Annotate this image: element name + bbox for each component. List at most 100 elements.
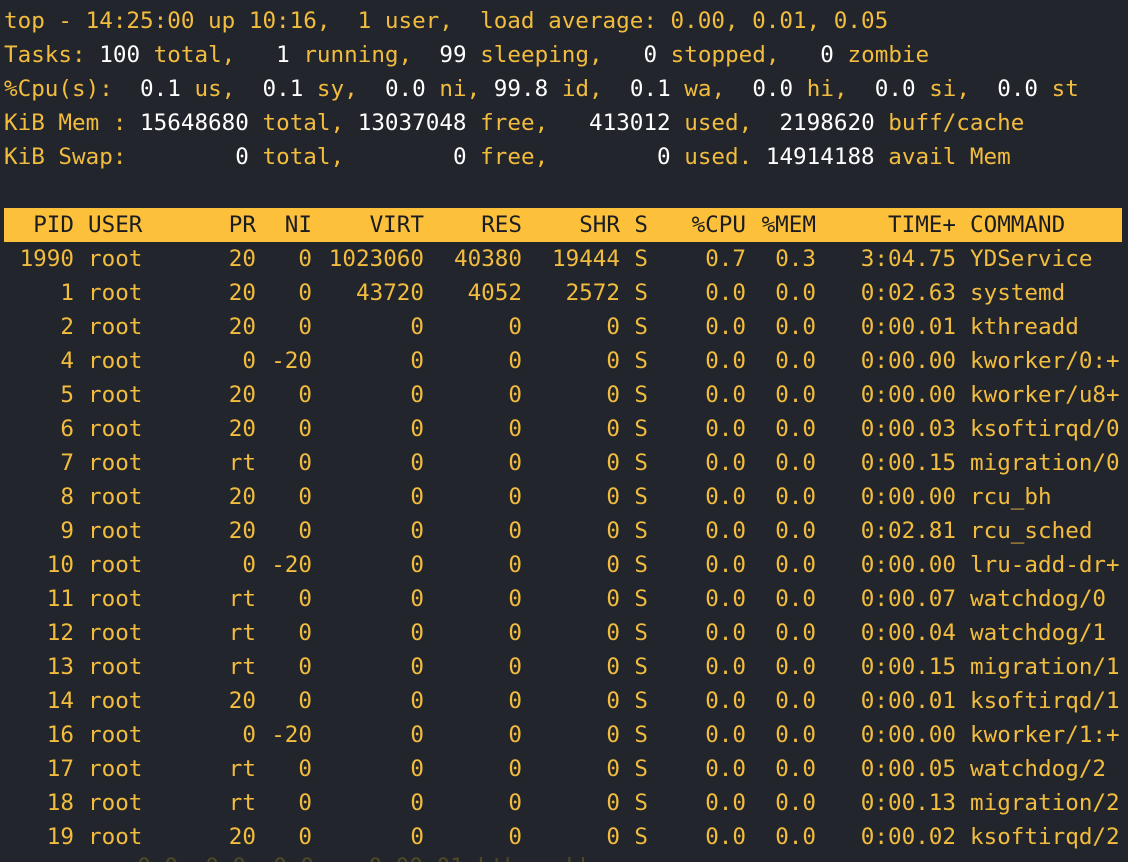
cell-res: 4052 [467, 280, 522, 306]
cell-pid: 4 [60, 348, 74, 374]
cell-cpu: 0.0 [705, 382, 746, 408]
cell-pid: 10 [46, 552, 74, 578]
cell-cpu: 0.0 [705, 416, 746, 442]
cell-pid: 9 [60, 518, 74, 544]
cell-res: 0 [508, 790, 522, 816]
cell-command: watchdog/0 [970, 586, 1107, 612]
cell-mem: 0.0 [775, 484, 816, 510]
table-row[interactable]: 2 root 20 0 0 0 0 S 0.0 0.0 0:00.01 kthreadd [4, 310, 1128, 344]
cell-pid: 6 [60, 416, 74, 442]
table-row[interactable]: 19 root 20 0 0 0 0 S 0.0 0.0 0:00.02 ksoftirqd/2 [4, 820, 1128, 854]
cpu-si: 0.0 [874, 76, 916, 102]
cell-virt: 0 [410, 790, 424, 816]
cell-time: 0:00.00 [860, 348, 956, 374]
table-row[interactable]: 11 root rt 0 0 0 0 S 0.0 0.0 0:00.07 watchdog/0 [4, 582, 1128, 616]
tasks-running: 1 [276, 42, 290, 68]
cpu-st-label: st [1051, 76, 1079, 102]
cell-state: S [634, 416, 648, 442]
process-table-header[interactable]: PID USER PR NI VIRT RES SHR S %CPU %MEM … [4, 208, 1122, 242]
table-row[interactable]: 10 root 0 -20 0 0 0 S 0.0 0.0 0:00.00 lru-add-dr+ [4, 548, 1128, 582]
cell-nice: 0 [298, 450, 312, 476]
cell-state: S [634, 654, 648, 680]
cell-res: 0 [508, 382, 522, 408]
table-row[interactable]: 14 root 20 0 0 0 0 S 0.0 0.0 0:00.01 ksoftirqd/1 [4, 684, 1128, 718]
cell-priority: rt [228, 620, 256, 646]
table-row[interactable]: 1990 root 20 0 1023060 40380 19444 S 0.7 0.3 3:04.… [4, 242, 1128, 276]
table-row[interactable]: 13 root rt 0 0 0 0 S 0.0 0.0 0:00.15 migration/1 [4, 650, 1128, 684]
cell-virt: 1023060 [328, 246, 424, 272]
cell-pid: 13 [46, 654, 74, 680]
cell-priority: 20 [228, 688, 256, 714]
table-row[interactable]: 18 root rt 0 0 0 0 S 0.0 0.0 0:00.13 migration/2 [4, 786, 1128, 820]
table-row[interactable]: 7 root rt 0 0 0 0 S 0.0 0.0 0:00.15 migration/0 [4, 446, 1128, 480]
cell-command: kworker/1:+ [970, 722, 1120, 748]
header-mem[interactable]: %MEM [746, 208, 816, 242]
header-ni[interactable]: NI [256, 208, 312, 242]
cell-mem: 0.0 [775, 348, 816, 374]
cell-user: root [88, 586, 143, 612]
cpu-line: %Cpu(s): 0.1 us, 0.1 sy, 0.0 ni, 99.8 id… [4, 72, 1128, 106]
cell-cpu: 0.0 [705, 348, 746, 374]
cell-nice: -20 [271, 348, 312, 374]
cell-state: S [634, 722, 648, 748]
header-time[interactable]: TIME+ [816, 208, 956, 242]
cell-mem: 0.0 [775, 586, 816, 612]
cell-virt: 0 [410, 722, 424, 748]
cell-command: migration/2 [970, 790, 1120, 816]
table-row[interactable]: 5 root 20 0 0 0 0 S 0.0 0.0 0:00.00 kworker/u8+ [4, 378, 1128, 412]
table-row[interactable]: 1 root 20 0 43720 4052 2572 S 0.0 0.0 0:02.63 syste… [4, 276, 1128, 310]
cell-cpu: 0.0 [705, 450, 746, 476]
cell-mem: 0.0 [775, 280, 816, 306]
cell-state: S [634, 756, 648, 782]
cell-priority: 20 [228, 824, 256, 850]
cell-priority: 20 [228, 280, 256, 306]
cell-res: 0 [508, 552, 522, 578]
cell-cpu: 0.0 [705, 484, 746, 510]
cell-command: kthreadd [970, 314, 1079, 340]
mem-used: 413012 [588, 110, 671, 136]
cell-cpu: 0.0 [705, 620, 746, 646]
header-res[interactable]: RES [424, 208, 522, 242]
header-user[interactable]: USER [74, 208, 174, 242]
table-row[interactable]: 12 root rt 0 0 0 0 S 0.0 0.0 0:00.04 watchdog/1 [4, 616, 1128, 650]
cell-virt: 0 [410, 382, 424, 408]
cell-priority: rt [228, 654, 256, 680]
header-cpu[interactable]: %CPU [648, 208, 746, 242]
cell-res: 0 [508, 722, 522, 748]
cell-time: 0:00.00 [860, 552, 956, 578]
cell-user: root [88, 552, 143, 578]
cell-res: 0 [508, 484, 522, 510]
cell-nice: -20 [271, 552, 312, 578]
tasks-stopped: 0 [643, 42, 658, 68]
cell-cpu: 0.0 [705, 722, 746, 748]
cpu-ni: 0.0 [384, 76, 426, 102]
cell-shr: 2572 [565, 280, 620, 306]
table-row[interactable]: 17 root rt 0 0 0 0 S 0.0 0.0 0:00.05 watchdog/2 [4, 752, 1128, 786]
cpu-wa: 0.1 [629, 76, 671, 102]
table-row[interactable]: 6 root 20 0 0 0 0 S 0.0 0.0 0:00.03 ksoftirqd/0 [4, 412, 1128, 446]
cell-time: 0:00.13 [860, 790, 956, 816]
header-s[interactable]: S [620, 208, 648, 242]
header-pr[interactable]: PR [174, 208, 256, 242]
header-shr[interactable]: SHR [522, 208, 620, 242]
table-row[interactable]: 8 root 20 0 0 0 0 S 0.0 0.0 0:00.00 rcu_bh [4, 480, 1128, 514]
table-row[interactable]: 4 root 0 -20 0 0 0 S 0.0 0.0 0:00.00 kworker/0:+ [4, 344, 1128, 378]
cell-pid: 12 [46, 620, 74, 646]
table-row[interactable]: 16 root 0 -20 0 0 0 S 0.0 0.0 0:00.00 kworker/1:+ [4, 718, 1128, 752]
terminal-window[interactable]: top - 14:25:00 up 10:16, 1 user, load av… [4, 4, 1128, 854]
table-row[interactable]: 9 root 20 0 0 0 0 S 0.0 0.0 0:02.81 rcu_sched [4, 514, 1128, 548]
cell-priority: 20 [228, 518, 256, 544]
cell-shr: 0 [606, 552, 620, 578]
cell-command: systemd [970, 280, 1066, 306]
cell-cpu: 0.0 [705, 654, 746, 680]
cpu-sy: 0.1 [262, 76, 304, 102]
cell-time: 0:00.01 [860, 314, 956, 340]
cpu-ni-label: ni, [439, 76, 481, 102]
cell-state: S [634, 824, 648, 850]
header-virt[interactable]: VIRT [312, 208, 424, 242]
tasks-sleeping: 99 [439, 42, 467, 68]
header-pid[interactable]: PID [4, 208, 74, 242]
cpu-id: 99.8 [493, 76, 549, 102]
header-command[interactable]: COMMAND [956, 208, 1116, 242]
mem-free: 13037048 [357, 110, 467, 136]
